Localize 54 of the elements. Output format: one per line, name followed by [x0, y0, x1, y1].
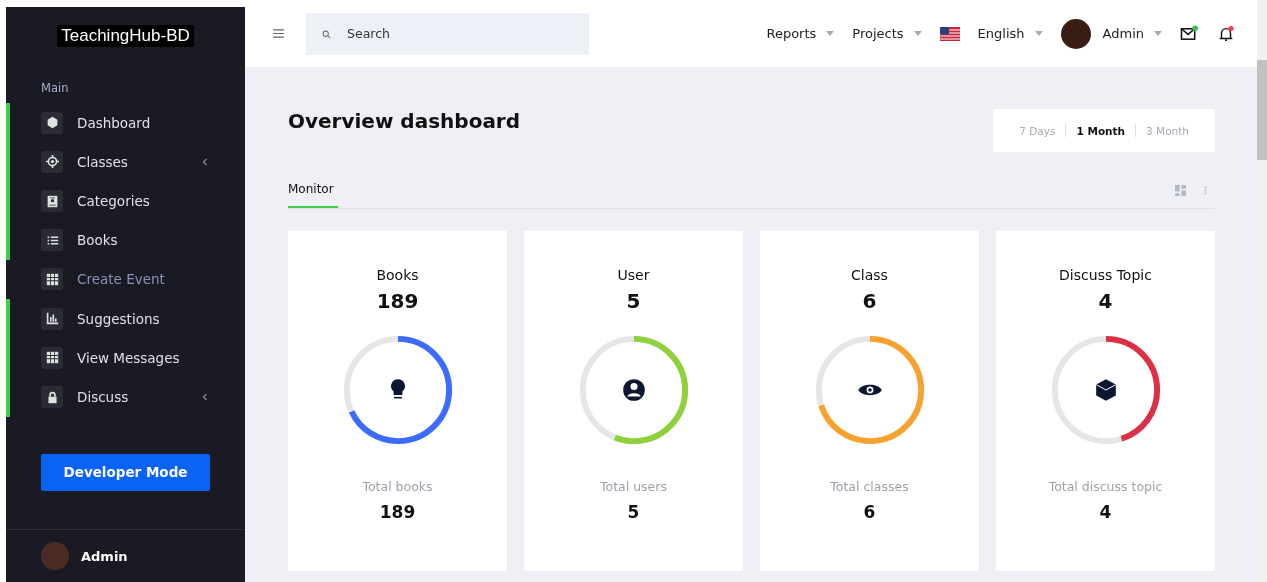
avatar[interactable] [1060, 18, 1091, 49]
lock-icon [45, 390, 59, 404]
section-label: Main [41, 81, 70, 95]
sidebar-item[interactable]: Create Event [6, 259, 245, 299]
caret-icon [1034, 31, 1043, 36]
caret-icon [913, 31, 922, 36]
eye-icon [857, 384, 882, 396]
chart-icon [45, 312, 59, 326]
card-caption: Total books [362, 479, 433, 494]
tab[interactable]: Monitor [288, 172, 338, 208]
card-title: User [617, 267, 650, 283]
badge-icon [45, 194, 59, 208]
card-title: Books [376, 267, 419, 283]
grid-icon [45, 351, 59, 365]
range-option[interactable]: 1 Month [1076, 124, 1126, 137]
lightbulb-icon [390, 379, 405, 399]
cube-icon [45, 116, 59, 130]
scrollbar-thumb[interactable] [1257, 60, 1267, 160]
page-title: Overview dashboard [288, 109, 521, 133]
user-circle-icon [622, 379, 645, 401]
target-icon [45, 155, 59, 169]
dropdown-menu[interactable]: Reports [766, 26, 835, 41]
grid-icon [45, 272, 59, 286]
card-caption: Total discuss topic [1048, 479, 1163, 494]
card-value: 5 [626, 289, 641, 313]
user-name: Admin [81, 548, 128, 564]
card-total: 5 [627, 502, 640, 522]
card-title: Class [851, 267, 888, 283]
card-total: 189 [379, 502, 416, 522]
menu-icon[interactable] [273, 29, 284, 38]
card-title: Discuss Topic [1059, 267, 1152, 283]
developer-mode-button[interactable]: Developer Mode [41, 453, 210, 491]
caret-icon [1154, 31, 1162, 36]
logo[interactable]: TeachingHub-BD [57, 25, 194, 47]
flag-icon [939, 26, 960, 41]
cube-icon [1095, 379, 1116, 401]
card-total: 6 [863, 502, 876, 522]
caret-icon [826, 31, 835, 36]
bell-icon[interactable] [1217, 24, 1235, 43]
card-caption: Total classes [830, 479, 909, 494]
card-value: 6 [862, 289, 877, 313]
chevron-left-icon [201, 157, 209, 166]
card-caption: Total users [600, 479, 667, 494]
list-icon [45, 233, 59, 247]
card-total: 4 [1099, 502, 1112, 522]
search-field[interactable]: Search [306, 12, 589, 55]
language-dropdown[interactable]: English [977, 26, 1043, 41]
mail-icon[interactable] [1180, 25, 1199, 42]
card-value: 4 [1098, 289, 1113, 313]
card-value: 189 [376, 289, 419, 313]
dropdown-menu[interactable]: Projects [852, 26, 922, 41]
user-dropdown[interactable]: Admin [1102, 26, 1162, 41]
chevron-left-icon [201, 393, 209, 401]
search-icon [322, 29, 331, 39]
